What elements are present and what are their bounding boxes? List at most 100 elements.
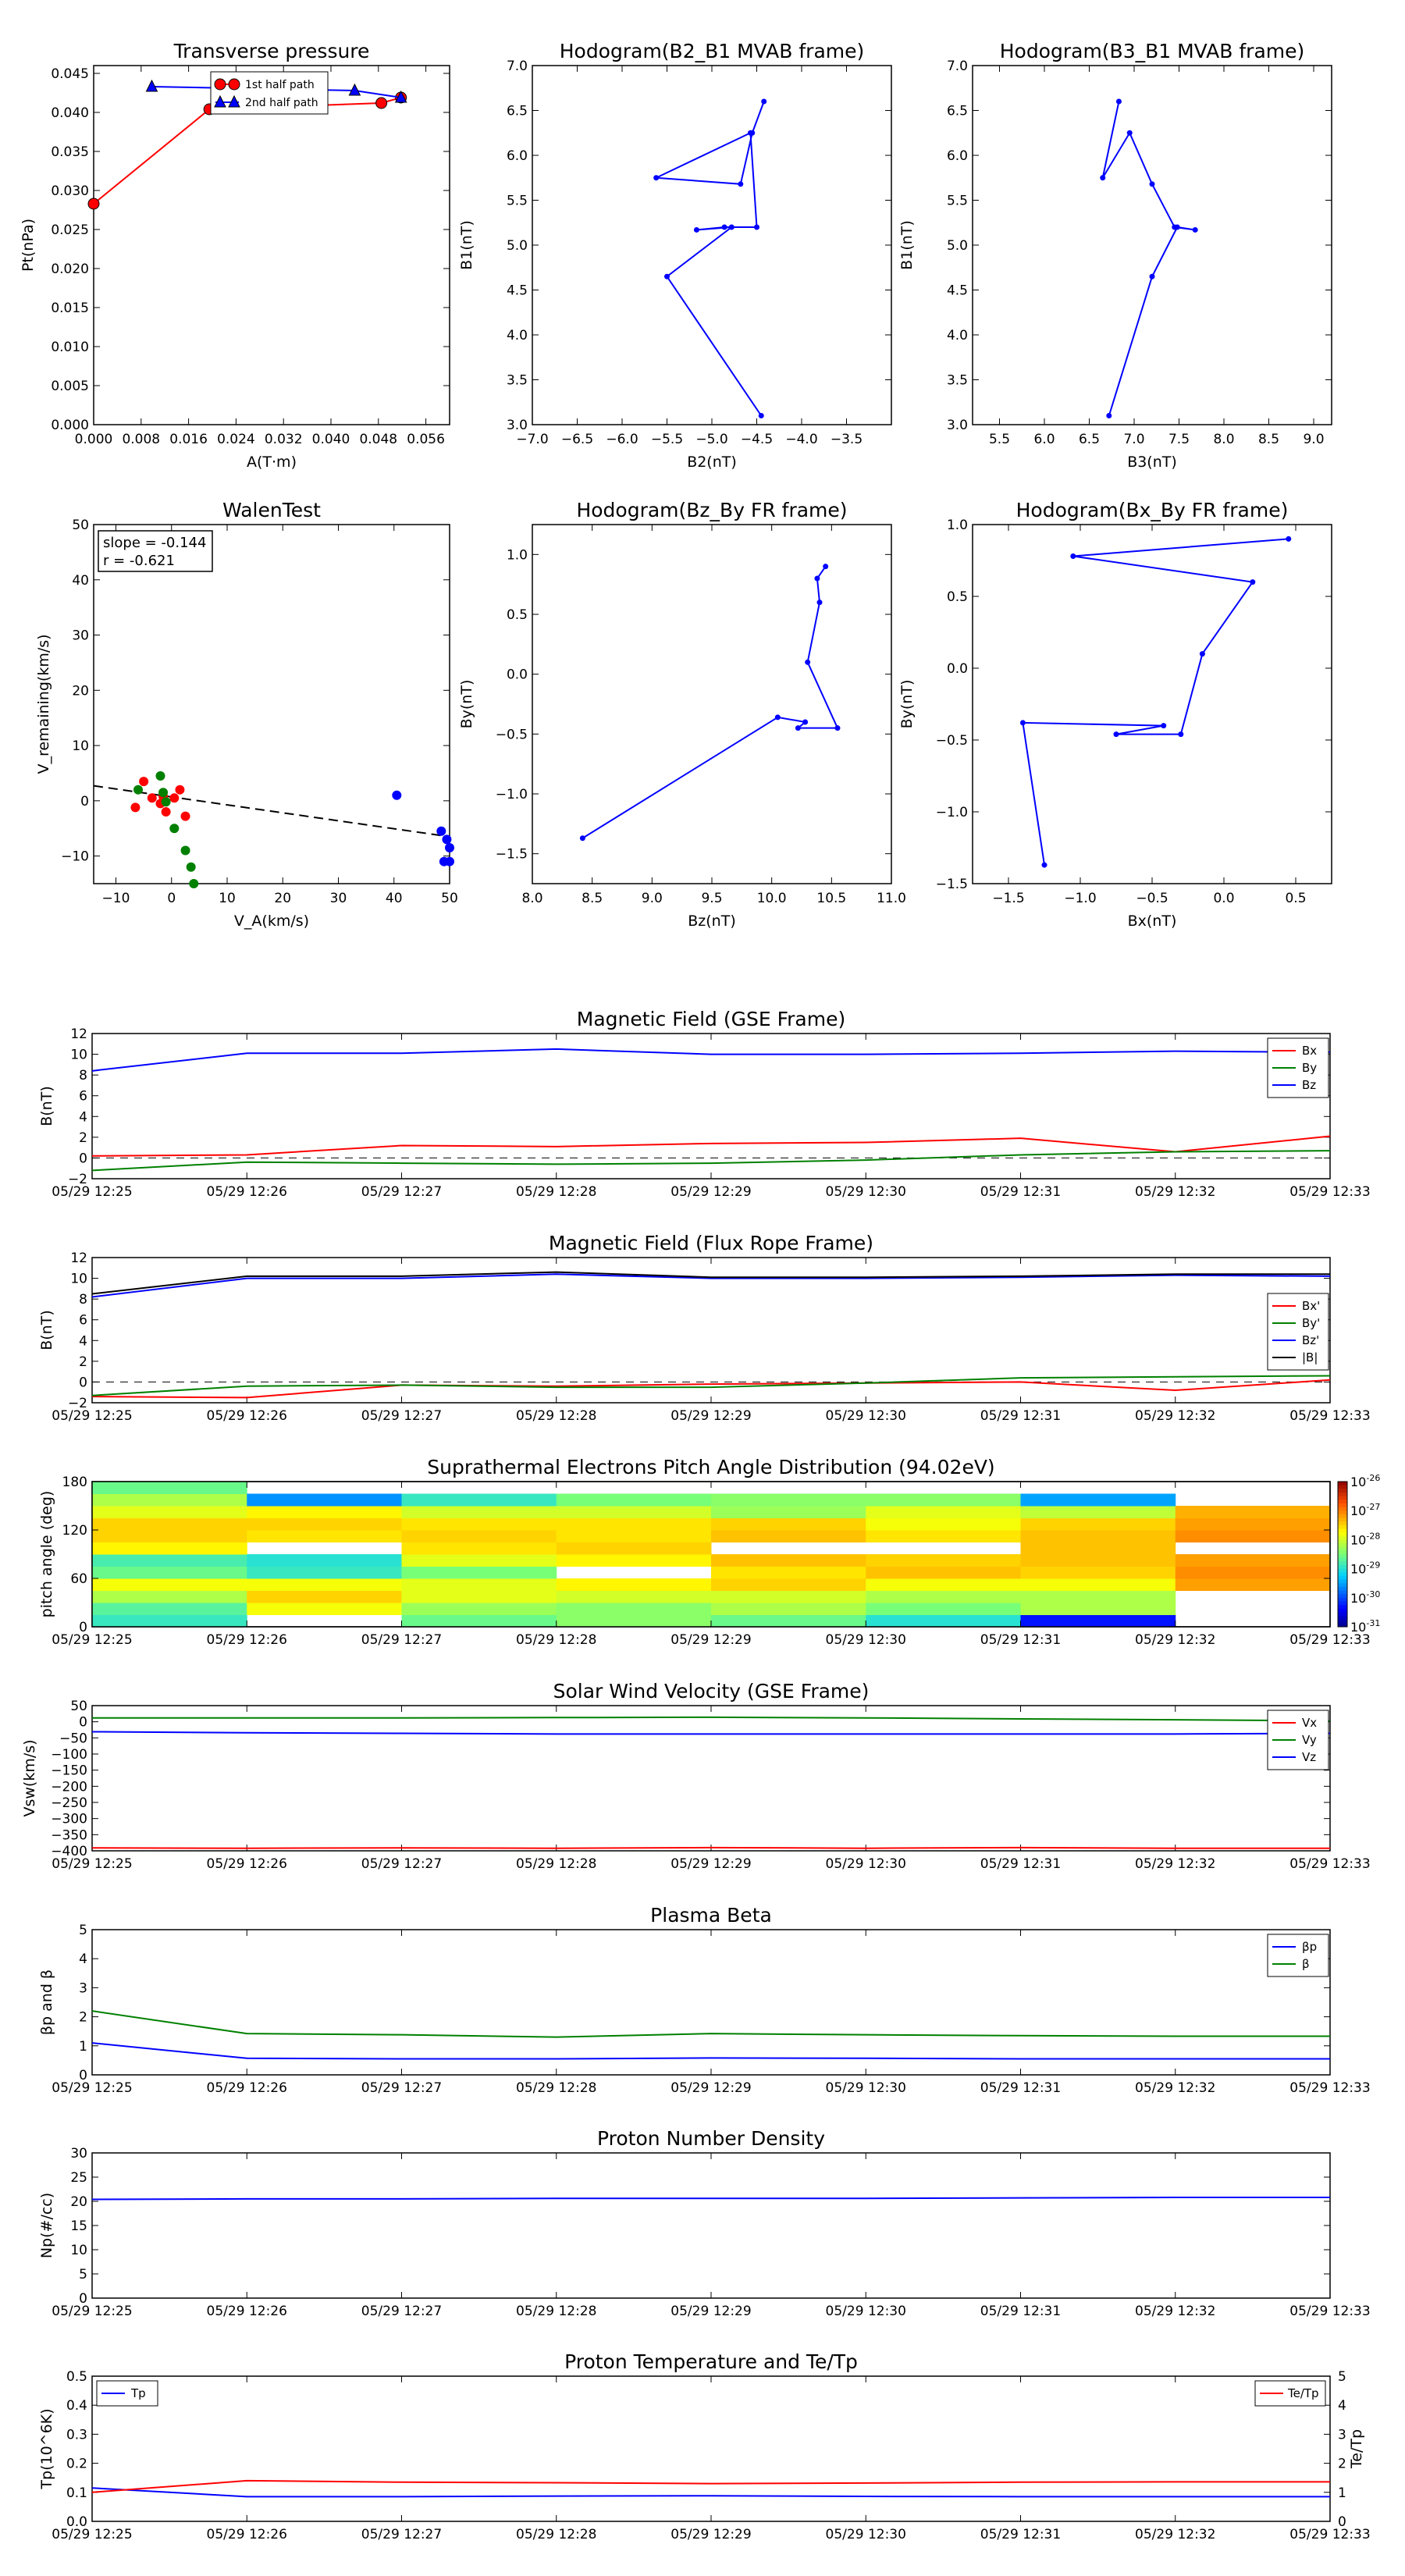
x-tick-label: 0.000 — [75, 432, 113, 447]
y-tick-label: 0.3 — [66, 2427, 87, 2443]
x-tick-label: 05/29 12:27 — [361, 1408, 442, 1424]
y-tick-label: 6 — [79, 1089, 87, 1105]
data-point — [1250, 579, 1256, 585]
plot-frame — [91, 2375, 1331, 2522]
data-point — [747, 130, 753, 136]
heatmap-cell — [1020, 1578, 1176, 1591]
plot-frame — [91, 1929, 1331, 2076]
colorbar-segment — [1338, 1619, 1347, 1624]
heatmap-cell — [401, 1554, 557, 1567]
chart-title: Hodogram(Bx_By FR frame) — [1016, 499, 1289, 521]
x-axis-label: B2(nT) — [687, 454, 737, 471]
x-tick-label: 0.008 — [122, 432, 160, 447]
y-tick-label: 50 — [70, 1699, 87, 1714]
x-tick-label: 05/29 12:28 — [516, 2080, 596, 2096]
data-point — [161, 797, 171, 807]
data-point — [375, 97, 388, 109]
x-tick-label: 05/29 12:33 — [1289, 1632, 1370, 1648]
heatmap-cell — [247, 1506, 402, 1518]
chart-title: Proton Temperature and Te/Tp — [564, 2350, 858, 2373]
x-tick-label: 05/29 12:33 — [1289, 1856, 1370, 1872]
legend-label: |B| — [1302, 1350, 1318, 1364]
y-tick-label: 5.5 — [507, 194, 528, 209]
panel-hxy: Hodogram(Bx_By FR frame) −1.5 −1.0 −0.5 0.0 0… — [898, 499, 1332, 930]
data-point — [754, 224, 759, 230]
y-tick-label: 5 — [79, 1923, 87, 1938]
colorbar-segment — [1338, 1586, 1347, 1591]
y-axis-label: B(nT) — [38, 1310, 55, 1350]
data-point — [1174, 224, 1180, 230]
heatmap-cell — [247, 1590, 402, 1603]
y-tick-label-right: 5 — [1338, 2369, 1346, 2385]
legend: Tp — [96, 2380, 158, 2407]
panel-h21: Hodogram(B2_B1 MVAB frame) 3.0 3.5 4.0 4.5 5.… — [458, 40, 892, 471]
panel-beta: Plasma Beta01234505/29 12:25 05/29 12:26 0… — [38, 1904, 1371, 2096]
x-tick-label: 05/29 12:25 — [52, 2304, 132, 2319]
y-tick-label: −1.0 — [496, 787, 528, 802]
legend-right: Te/Tp — [1254, 2380, 1326, 2407]
y-axis-label: Pt(nPa) — [20, 219, 37, 272]
data-point — [130, 802, 140, 813]
y-tick-label: 3.5 — [507, 373, 528, 389]
heatmap-cell — [1020, 1493, 1176, 1507]
panel-mag_gse: Magnetic Field (GSE Frame)−202468101205/… — [38, 1008, 1371, 1200]
y-tick-label: 10 — [70, 1048, 87, 1063]
y-tick-label: 4 — [79, 1333, 87, 1349]
heatmap-cell — [247, 1493, 402, 1507]
y-tick-label: −300 — [51, 1812, 87, 1827]
legend-label: Vz — [1302, 1750, 1316, 1764]
series-line — [91, 2197, 1330, 2201]
colorbar-segment — [1338, 1535, 1347, 1540]
x-tick-label: 05/29 12:30 — [826, 1184, 906, 1200]
colorbar-tick-exponent: -27 — [1366, 1502, 1380, 1512]
colorbar-segment — [1338, 1597, 1347, 1602]
y-tick-label: 6 — [79, 1313, 87, 1329]
heatmap-cell — [556, 1590, 712, 1603]
y-tick-label: 0.4 — [66, 2398, 87, 2414]
y-tick-label: 0 — [79, 1151, 87, 1166]
x-axis-label: V_A(km/s) — [234, 913, 309, 930]
chart-title: Solar Wind Velocity (GSE Frame) — [553, 1680, 870, 1703]
heatmap-cell — [866, 1517, 1021, 1531]
heatmap-cell — [92, 1554, 247, 1567]
heatmap-cell — [556, 1578, 712, 1591]
x-tick-label: 05/29 12:29 — [670, 1856, 751, 1872]
heatmap-cell — [711, 1614, 866, 1628]
y-axis-label: Np(#/cc) — [38, 2193, 55, 2258]
x-tick-label: 05/29 12:27 — [361, 1184, 442, 1200]
x-tick-label: 05/29 12:31 — [980, 1632, 1061, 1648]
x-tick-label: 0.0 — [1213, 891, 1234, 906]
x-tick-label: 9.0 — [1303, 432, 1324, 447]
x-tick-label: 7.0 — [1123, 432, 1144, 447]
chart-title: Magnetic Field (GSE Frame) — [577, 1008, 845, 1030]
y-axis-label: Vsw(km/s) — [21, 1739, 38, 1816]
x-tick-label: 05/29 12:31 — [980, 1856, 1061, 1872]
x-tick-label: 0.048 — [359, 432, 397, 447]
legend: Vx Vy Vz — [1267, 1710, 1329, 1770]
colorbar-segment — [1338, 1528, 1347, 1533]
data-point — [161, 807, 171, 817]
y-tick-label: 4.5 — [507, 283, 528, 299]
y-tick-label: 15 — [70, 2218, 87, 2234]
x-tick-label: 05/29 12:30 — [826, 2527, 906, 2542]
data-point — [1126, 130, 1133, 136]
data-point — [158, 788, 169, 798]
heatmap-cell — [866, 1530, 1021, 1542]
y-tick-label: 0.005 — [51, 379, 89, 394]
series-line — [91, 1271, 1330, 1295]
heatmap-cell — [1020, 1542, 1176, 1555]
plot-frame — [91, 1033, 1331, 1179]
data-point — [1100, 175, 1106, 181]
heatmap-cell — [1020, 1530, 1176, 1542]
y-tick-label: 0 — [79, 1375, 87, 1390]
x-tick-label: 05/29 12:32 — [1135, 2304, 1215, 2319]
heatmap-cell — [401, 1603, 557, 1615]
x-tick-label: 9.0 — [642, 891, 663, 906]
legend-label: Vy — [1302, 1733, 1317, 1747]
y-tick-label: 4.0 — [947, 328, 968, 343]
x-tick-label: −7.0 — [516, 432, 548, 447]
colorbar-segment — [1338, 1532, 1347, 1537]
heatmap-cell — [401, 1530, 557, 1542]
colorbar-tick-label: 10-28 — [1350, 1531, 1380, 1547]
y-tick-label: 0.2 — [66, 2457, 87, 2472]
